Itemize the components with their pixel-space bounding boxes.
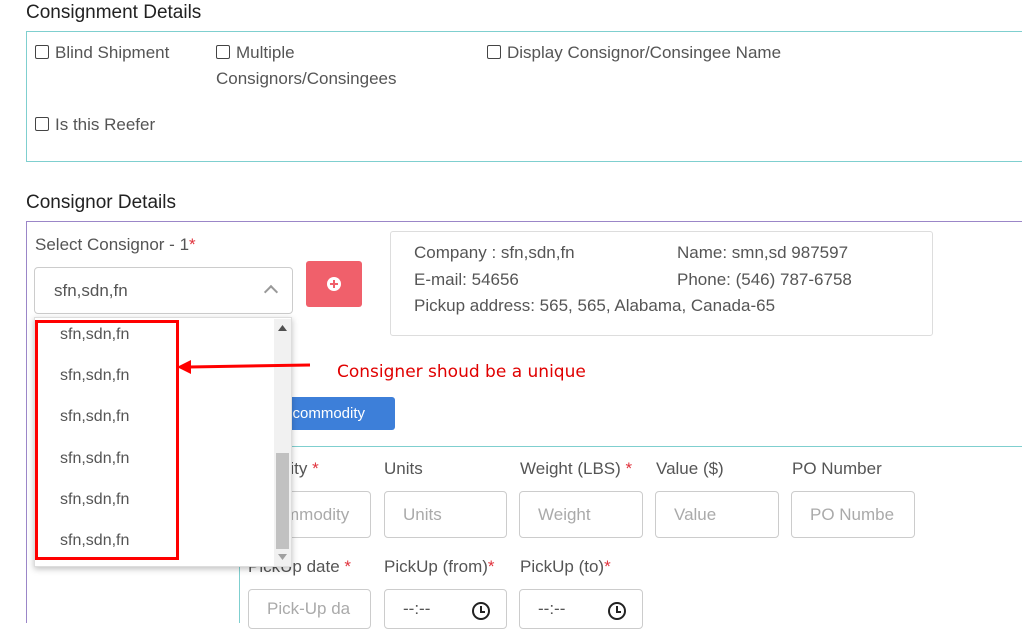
units-label: Units (384, 459, 423, 478)
units-placeholder: Units (403, 504, 442, 524)
units-input[interactable]: Units (384, 491, 507, 538)
pickup-to-placeholder: --:-- (538, 599, 566, 618)
value-label: Value ($) (656, 459, 724, 478)
scroll-down-arrow-icon[interactable] (278, 554, 287, 560)
annotation-highlight-box (35, 320, 179, 560)
weight-input[interactable]: Weight (519, 491, 643, 538)
multiple-consignors-label-line2: Consignors/Consingees (216, 69, 397, 88)
info-email: E-mail: 54656 (414, 270, 519, 289)
select-consignor-label-text: Select Consignor - 1 (35, 235, 190, 254)
consignor-info-card: Company : sfn,sdn,fn Name: smn,sd 987597… (390, 231, 933, 336)
reefer-label: Is this Reefer (55, 115, 156, 134)
po-number-input[interactable]: PO Numbe (791, 491, 915, 538)
multiple-consignors-label: Multiple Consignors/Consingees (216, 40, 397, 92)
pickup-to-label-text: PickUp (to) (520, 557, 605, 576)
pickup-from-label: PickUp (from)* (384, 557, 495, 577)
pickup-date-placeholder: Pick-Up da (267, 599, 351, 618)
commodity-panel-top-border (239, 446, 1022, 447)
info-pickup-address: Pickup address: 565, 565, Alabama, Canad… (414, 296, 776, 315)
consignor-select-value: sfn,sdn,fn (54, 280, 128, 300)
pickup-to-label: PickUp (to)* (520, 557, 611, 577)
select-consignor-label: Select Consignor - 1* (35, 235, 196, 255)
add-consignor-button[interactable] (306, 261, 362, 307)
value-placeholder: Value (674, 504, 717, 524)
info-name: Name: smn,sd 987597 (677, 243, 849, 262)
multiple-consignors-option[interactable]: Multiple Consignors/Consingees (216, 40, 397, 92)
display-name-label: Display Consignor/Consingee Name (507, 43, 782, 62)
display-name-checkbox[interactable] (487, 45, 501, 59)
required-mark: * (189, 235, 196, 254)
clock-icon[interactable] (472, 602, 490, 620)
consignor-details-title: Consignor Details (26, 192, 176, 213)
pickup-to-input[interactable]: --:-- (519, 589, 643, 629)
blind-shipment-checkbox[interactable] (35, 45, 49, 59)
commodity-required-mark: * (312, 459, 319, 478)
multiple-consignors-checkbox[interactable] (216, 45, 230, 59)
pickup-from-required-mark: * (487, 557, 495, 576)
weight-placeholder: Weight (538, 504, 591, 524)
weight-label: Weight (LBS) * (520, 459, 632, 479)
plus-circle-icon (327, 277, 341, 291)
reefer-option[interactable]: Is this Reefer (35, 112, 155, 138)
chevron-up-icon (263, 284, 279, 300)
consignor-select[interactable]: sfn,sdn,fn (34, 267, 293, 314)
weight-label-text: Weight (LBS) (520, 459, 621, 478)
value-input[interactable]: Value (655, 491, 779, 538)
display-name-option[interactable]: Display Consignor/Consingee Name (487, 40, 781, 66)
po-number-label: PO Number (792, 459, 882, 478)
info-phone: Phone: (546) 787-6758 (677, 270, 852, 289)
clock-icon[interactable] (608, 602, 626, 620)
pickup-date-required-mark: * (344, 557, 352, 576)
annotation-text: Consigner shoud be a unique (337, 362, 586, 382)
blind-shipment-label: Blind Shipment (55, 43, 170, 62)
pickup-from-input[interactable]: --:-- (384, 589, 507, 629)
scroll-up-arrow-icon[interactable] (278, 325, 287, 331)
blind-shipment-option[interactable]: Blind Shipment (35, 40, 169, 66)
scrollbar-thumb[interactable] (276, 453, 289, 549)
po-number-placeholder: PO Numbe (810, 504, 895, 524)
multiple-consignors-label-line1: Multiple (236, 43, 295, 62)
reefer-checkbox[interactable] (35, 117, 49, 131)
commodity-placeholder: mmodity (285, 504, 350, 524)
pickup-from-label-text: PickUp (from) (384, 557, 488, 576)
consignment-details-title: Consignment Details (26, 2, 202, 23)
pickup-from-placeholder: --:-- (403, 599, 431, 618)
annotation-arrow-icon (177, 360, 311, 374)
pickup-date-input[interactable]: Pick-Up da (248, 589, 371, 629)
info-company: Company : sfn,sdn,fn (414, 243, 575, 262)
pickup-to-required-mark: * (604, 557, 611, 576)
weight-required-mark: * (625, 459, 633, 478)
